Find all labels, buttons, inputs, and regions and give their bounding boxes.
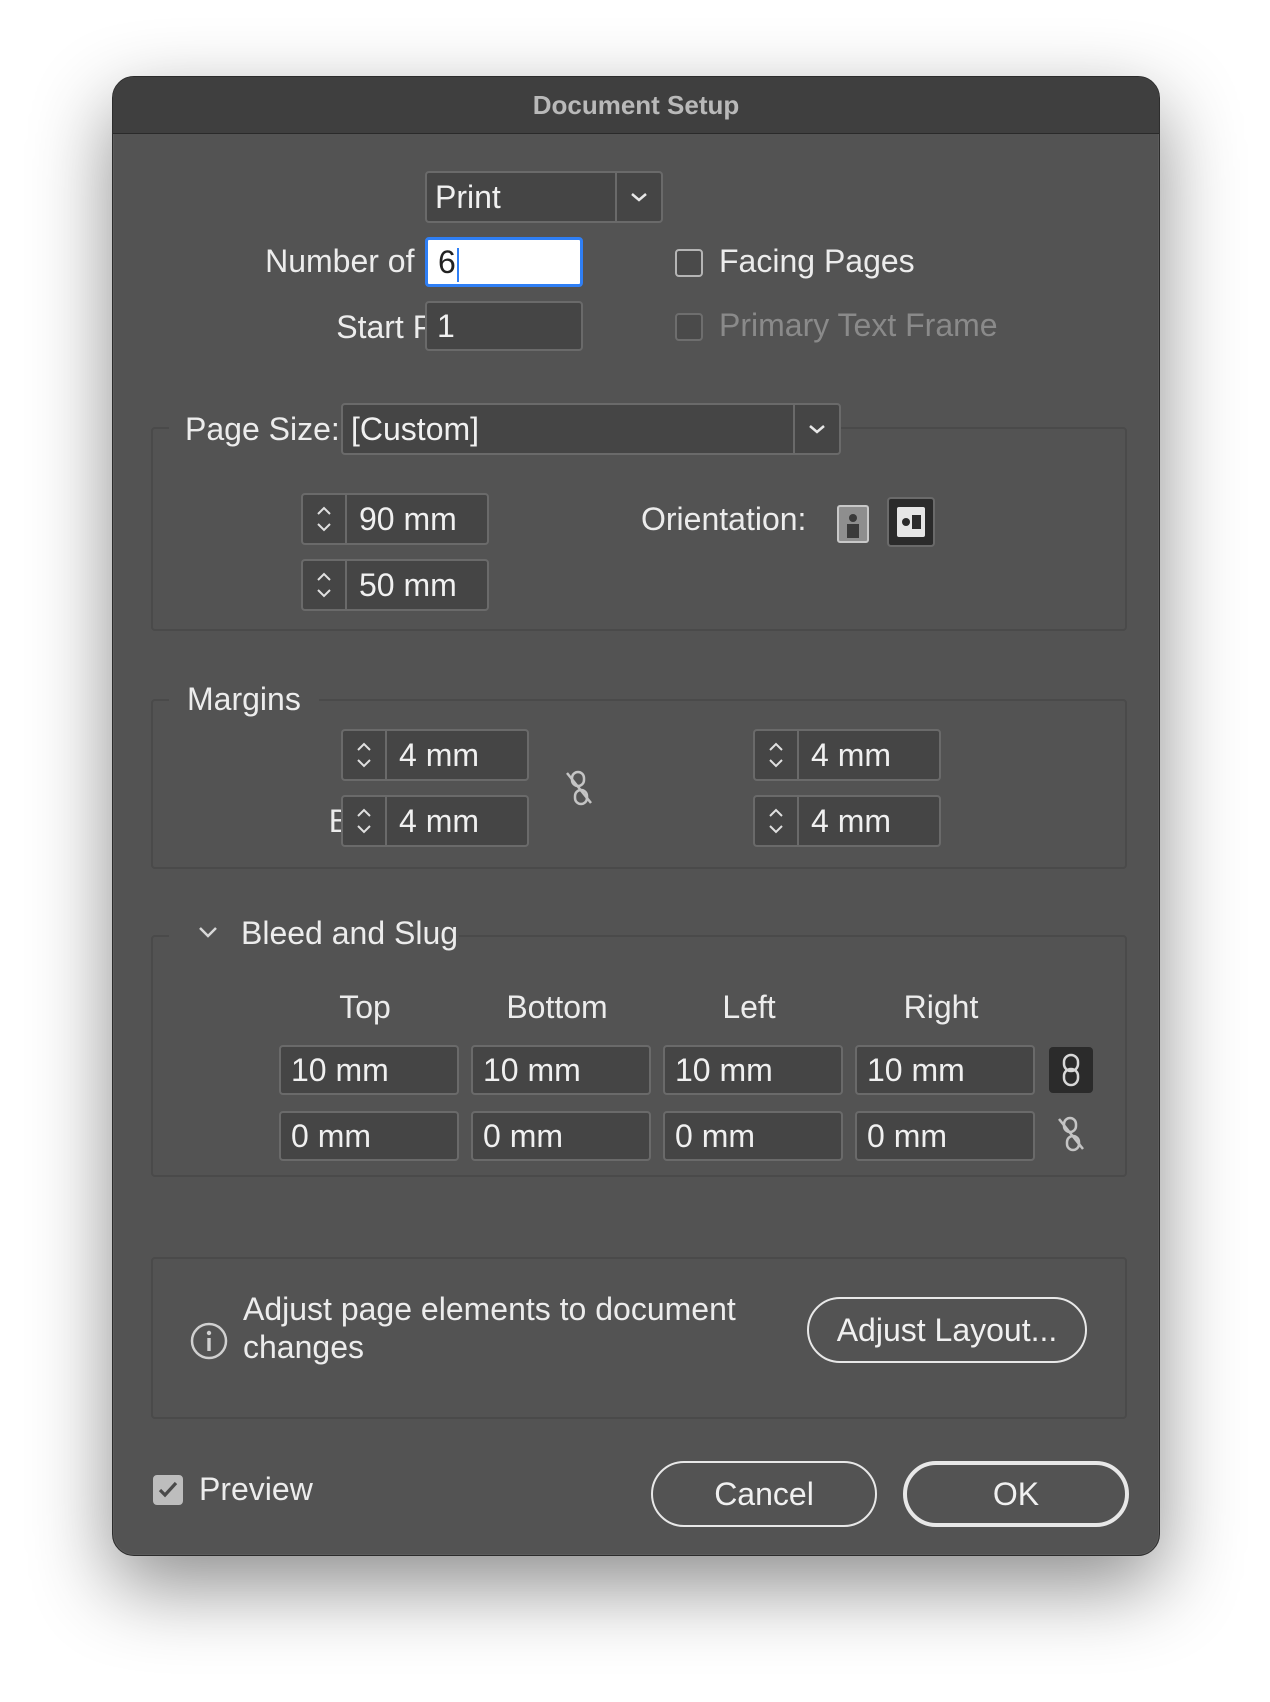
margin-right-stepper[interactable]: 4 mm <box>753 795 941 847</box>
col-right-label: Right <box>903 989 979 1025</box>
landscape-orientation-icon[interactable] <box>887 497 935 547</box>
height-value: 50 mm <box>359 567 457 603</box>
margin-bottom-value: 4 mm <box>399 803 479 839</box>
stepper-arrows-icon[interactable] <box>755 797 799 845</box>
stepper-arrows-icon[interactable] <box>755 731 799 779</box>
margins-group <box>151 699 1127 869</box>
chevron-down-icon[interactable] <box>793 405 839 453</box>
dialog-title: Document Setup <box>113 77 1159 134</box>
stepper-arrows-icon[interactable] <box>303 495 347 543</box>
col-top-label: Top <box>339 989 391 1025</box>
preview-checkbox[interactable] <box>153 1475 183 1505</box>
height-stepper[interactable]: 50 mm <box>301 559 489 611</box>
margin-left-stepper[interactable]: 4 mm <box>753 729 941 781</box>
margin-top-value: 4 mm <box>399 737 479 773</box>
width-value: 90 mm <box>359 501 457 537</box>
slug-left-input[interactable]: 0 mm <box>663 1111 843 1161</box>
info-icon <box>189 1321 229 1366</box>
margins-title: Margins <box>187 681 301 717</box>
primary-text-frame-label: Primary Text Frame <box>719 307 998 343</box>
adjust-message-line1: Adjust page elements to document <box>243 1291 736 1327</box>
primary-text-frame-checkbox <box>675 313 703 341</box>
page-size-select[interactable]: [Custom] <box>341 403 841 455</box>
stepper-arrows-icon[interactable] <box>303 561 347 609</box>
margin-right-value: 4 mm <box>811 803 891 839</box>
adjust-message-line2: changes <box>243 1329 364 1365</box>
stepper-arrows-icon[interactable] <box>343 797 387 845</box>
slug-right-input[interactable]: 0 mm <box>855 1111 1035 1161</box>
margin-left-value: 4 mm <box>811 737 891 773</box>
pages-value: 6 <box>438 244 456 280</box>
start-page-input[interactable]: 1 <box>425 301 583 351</box>
margin-top-stepper[interactable]: 4 mm <box>341 729 529 781</box>
stepper-arrows-icon[interactable] <box>343 731 387 779</box>
chevron-down-icon[interactable] <box>615 173 661 221</box>
ok-button[interactable]: OK <box>903 1461 1129 1527</box>
bleed-slug-title[interactable]: Bleed and Slug <box>241 915 458 952</box>
unlinked-chain-icon[interactable] <box>1051 1113 1091 1155</box>
linked-chain-icon[interactable] <box>1049 1047 1093 1093</box>
facing-pages-checkbox[interactable] <box>675 249 703 277</box>
bleed-right-input[interactable]: 10 mm <box>855 1045 1035 1095</box>
slug-bottom-input[interactable]: 0 mm <box>471 1111 651 1161</box>
page-size-label: Page Size: <box>185 411 340 447</box>
preview-label[interactable]: Preview <box>199 1471 313 1508</box>
number-of-pages-input[interactable]: 6 <box>425 237 583 287</box>
adjust-layout-button[interactable]: Adjust Layout... <box>807 1297 1087 1363</box>
slug-top-input[interactable]: 0 mm <box>279 1111 459 1161</box>
orientation-label: Orientation: <box>641 501 807 537</box>
bleed-bottom-input[interactable]: 10 mm <box>471 1045 651 1095</box>
bleed-top-input[interactable]: 10 mm <box>279 1045 459 1095</box>
intent-value: Print <box>435 179 501 215</box>
col-left-label: Left <box>722 989 776 1025</box>
facing-pages-label[interactable]: Facing Pages <box>719 243 915 280</box>
portrait-orientation-icon[interactable] <box>833 501 873 547</box>
text-caret <box>456 247 459 282</box>
page-size-value: [Custom] <box>351 411 480 447</box>
bleed-left-input[interactable]: 10 mm <box>663 1045 843 1095</box>
cancel-button[interactable]: Cancel <box>651 1461 877 1527</box>
document-setup-dialog: Document Setup Intent: Print Number of P… <box>112 76 1160 1556</box>
chevron-down-icon[interactable] <box>197 925 219 944</box>
margin-bottom-stepper[interactable]: 4 mm <box>341 795 529 847</box>
col-bottom-label: Bottom <box>506 989 608 1025</box>
intent-select[interactable]: Print <box>425 171 663 223</box>
width-stepper[interactable]: 90 mm <box>301 493 489 545</box>
